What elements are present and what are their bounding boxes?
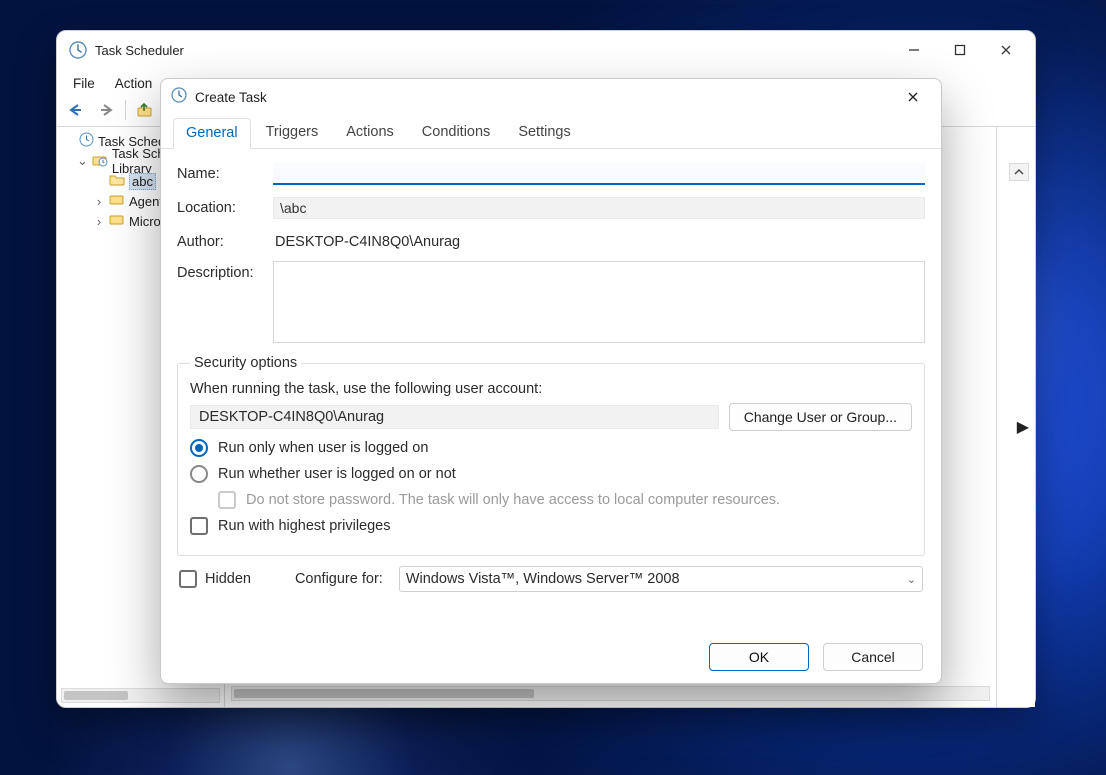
highest-privileges-label: Run with highest privileges [218,518,390,534]
radio-run-logged-on-label: Run only when user is logged on [218,440,428,456]
tab-actions[interactable]: Actions [333,117,407,148]
configure-for-combo[interactable]: Windows Vista™, Windows Server™ 2008 ⌄ [399,566,923,592]
chevron-down-icon: ⌄ [907,573,916,586]
radio-run-whether[interactable]: Run whether user is logged on or not [190,465,912,483]
folder-icon [109,193,125,209]
cancel-button[interactable]: Cancel [823,643,923,671]
clock-icon [79,132,94,150]
checkbox-no-store-password: Do not store password. The task will onl… [218,491,912,509]
folder-icon [109,213,125,229]
clock-icon [69,41,87,59]
checkbox-hidden[interactable]: Hidden [179,570,251,588]
checkbox-disabled-icon [218,491,236,509]
list-horizontal-scrollbar[interactable] [231,686,990,701]
toolbar-separator [125,100,126,120]
security-prompt: When running the task, use the following… [190,381,912,397]
configure-for-value: Windows Vista™, Windows Server™ 2008 [406,571,680,587]
tab-general[interactable]: General [173,118,251,149]
name-label: Name: [177,166,273,182]
tab-settings[interactable]: Settings [505,117,583,148]
checkbox-unchecked-icon [179,570,197,588]
description-input[interactable] [273,261,925,343]
configure-for-label: Configure for: [295,571,383,587]
menu-file[interactable]: File [63,70,105,97]
folder-clock-icon [92,153,108,170]
location-label: Location: [177,200,273,216]
location-value: \abc [273,197,925,219]
dialog-tabrow: General Triggers Actions Conditions Sett… [161,115,941,149]
folder-open-icon [109,173,125,189]
menu-action[interactable]: Action [105,70,163,97]
actions-scroll-up-button[interactable] [1009,163,1029,181]
tree-node-label: abc [129,173,156,190]
parent-window-title: Task Scheduler [95,43,184,58]
radio-run-logged-on[interactable]: Run only when user is logged on [190,439,912,457]
security-legend: Security options [190,355,301,371]
dialog-close-button[interactable] [891,82,935,112]
dialog-footer: OK Cancel [161,631,941,683]
tab-triggers[interactable]: Triggers [253,117,332,148]
security-options-group: Security options When running the task, … [177,355,925,556]
checkbox-highest-privileges[interactable]: Run with highest privileges [190,517,912,535]
radio-run-whether-label: Run whether user is logged on or not [218,466,456,482]
actions-expand-arrow-icon[interactable]: ▶ [1017,417,1029,437]
general-tab-body: Name: Location: \abc Author: DESKTOP-C4I… [161,149,941,631]
minimize-button[interactable] [891,34,937,66]
author-label: Author: [177,234,273,250]
create-task-dialog: Create Task General Triggers Actions Con… [160,78,942,684]
expand-icon[interactable]: › [93,214,105,229]
tree-horizontal-scrollbar[interactable] [61,688,220,703]
close-button[interactable] [983,34,1029,66]
no-store-password-label: Do not store password. The task will onl… [246,492,780,508]
maximize-button[interactable] [937,34,983,66]
name-input[interactable] [273,163,925,185]
collapse-icon[interactable]: ⌄ [77,153,88,169]
checkbox-unchecked-icon [190,517,208,535]
tab-conditions[interactable]: Conditions [409,117,504,148]
nav-back-button[interactable] [63,98,89,122]
nav-forward-button[interactable] [93,98,119,122]
change-user-button[interactable]: Change User or Group... [729,403,912,431]
ok-button[interactable]: OK [709,643,809,671]
tree-node-label: Agent [129,194,163,209]
dialog-title: Create Task [195,90,267,105]
description-label: Description: [177,261,273,281]
hidden-label: Hidden [205,571,251,587]
security-account: DESKTOP-C4IN8Q0\Anurag [190,405,719,429]
author-value: DESKTOP-C4IN8Q0\Anurag [273,234,925,250]
radio-unselected-icon [190,465,208,483]
parent-titlebar: Task Scheduler [57,31,1035,69]
up-level-button[interactable] [132,98,158,122]
expand-icon[interactable]: › [93,194,105,209]
clock-icon [171,87,187,108]
radio-selected-icon [190,439,208,457]
dialog-titlebar: Create Task [161,79,941,115]
actions-pane: ▶ [997,127,1035,707]
